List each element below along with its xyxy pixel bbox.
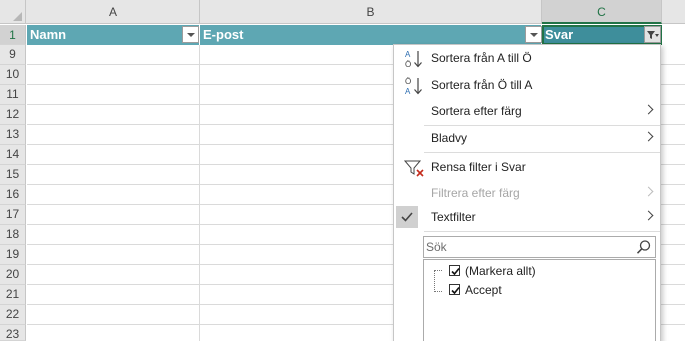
menu-item-label: Sortera från Ö till A (431, 78, 533, 92)
row-header[interactable]: 15 (0, 165, 26, 185)
row-header[interactable]: 22 (0, 305, 26, 325)
search-placeholder: Sök (426, 240, 447, 254)
filter-dropdown-namn[interactable] (182, 26, 199, 43)
row-header[interactable]: 17 (0, 205, 26, 225)
chevron-right-icon (643, 104, 654, 115)
row-header[interactable]: 9 (0, 45, 26, 65)
menu-item-text-filters[interactable]: Textfilter (394, 204, 660, 230)
menu-item-label: Rensa filter i Svar (431, 160, 526, 174)
menu-item-label: Sortera från A till Ö (431, 51, 532, 65)
svg-text:Ö: Ö (405, 77, 411, 86)
menu-separator (424, 231, 660, 232)
column-header-b[interactable]: B (200, 0, 542, 24)
filter-value-select-all[interactable]: (Markera allt) (449, 262, 649, 280)
table-header-namn[interactable]: Namn (27, 25, 200, 45)
tree-connector (434, 291, 442, 292)
menu-item-sort-by-color[interactable]: Sortera efter färg (394, 98, 660, 124)
search-icon (636, 239, 652, 258)
menu-item-label: Sortera efter färg (431, 104, 522, 118)
menu-item-label: Bladvy (431, 131, 468, 145)
funnel-filter-icon (647, 31, 659, 39)
menu-separator (424, 152, 660, 153)
chevron-down-icon (187, 33, 195, 37)
row-header[interactable]: 14 (0, 145, 26, 165)
checkmark-icon (401, 212, 413, 222)
accept-checkbox[interactable] (449, 284, 460, 295)
chevron-down-icon (530, 33, 538, 37)
row-header[interactable]: 13 (0, 125, 26, 145)
column-header-bar: A B C (0, 0, 685, 24)
svg-text:A: A (405, 87, 411, 96)
svg-text:Ö: Ö (405, 60, 411, 69)
column-divider (199, 45, 200, 341)
filter-value-accept[interactable]: Accept (449, 281, 649, 299)
menu-item-sort-az[interactable]: A Ö Sortera från A till Ö (394, 45, 660, 71)
row-header[interactable]: 21 (0, 285, 26, 305)
row-header[interactable]: 16 (0, 185, 26, 205)
tree-connector (434, 270, 442, 271)
chevron-right-icon (643, 131, 654, 142)
checkmark-indicator (396, 206, 418, 228)
row-header[interactable]: 11 (0, 85, 26, 105)
select-all-icon (13, 12, 22, 21)
filter-value-label: Accept (465, 283, 502, 297)
menu-item-clear-filter[interactable]: Rensa filter i Svar (394, 154, 660, 180)
row-header[interactable]: 10 (0, 65, 26, 85)
table-header-epost[interactable]: E-post (200, 25, 542, 45)
filter-dropdown-epost[interactable] (525, 26, 542, 43)
column-header-c[interactable]: C (542, 0, 662, 24)
filter-menu: A Ö Sortera från A till Ö Ö A Sortera fr… (393, 44, 661, 341)
row-header[interactable]: 23 (0, 325, 26, 341)
svg-text:A: A (405, 50, 411, 59)
menu-item-label: Filtrera efter färg (431, 186, 520, 200)
row-header[interactable]: 12 (0, 105, 26, 125)
tree-connector (434, 270, 435, 292)
menu-item-sheet-view[interactable]: Bladvy (394, 125, 660, 151)
select-all-checkbox[interactable] (449, 265, 460, 276)
column-header-a[interactable]: A (27, 0, 200, 24)
filter-dropdown-svar[interactable] (644, 26, 661, 43)
chevron-right-icon (643, 186, 654, 197)
checkmark-icon (451, 267, 460, 276)
select-all-corner[interactable] (0, 0, 26, 24)
filter-value-list[interactable]: (Markera allt) Accept (423, 259, 656, 341)
row-header[interactable]: 19 (0, 245, 26, 265)
checkmark-icon (451, 286, 460, 295)
chevron-right-icon (643, 210, 654, 221)
row-header[interactable]: 20 (0, 265, 26, 285)
menu-item-sort-za[interactable]: Ö A Sortera från Ö till A (394, 72, 660, 98)
menu-item-filter-by-color: Filtrera efter färg (394, 180, 660, 206)
row-header[interactable]: 18 (0, 225, 26, 245)
menu-item-label: Textfilter (431, 210, 476, 224)
filter-value-label: (Markera allt) (465, 264, 536, 278)
filter-search-box[interactable]: Sök (423, 236, 656, 258)
row-header[interactable]: 1 (0, 25, 26, 45)
